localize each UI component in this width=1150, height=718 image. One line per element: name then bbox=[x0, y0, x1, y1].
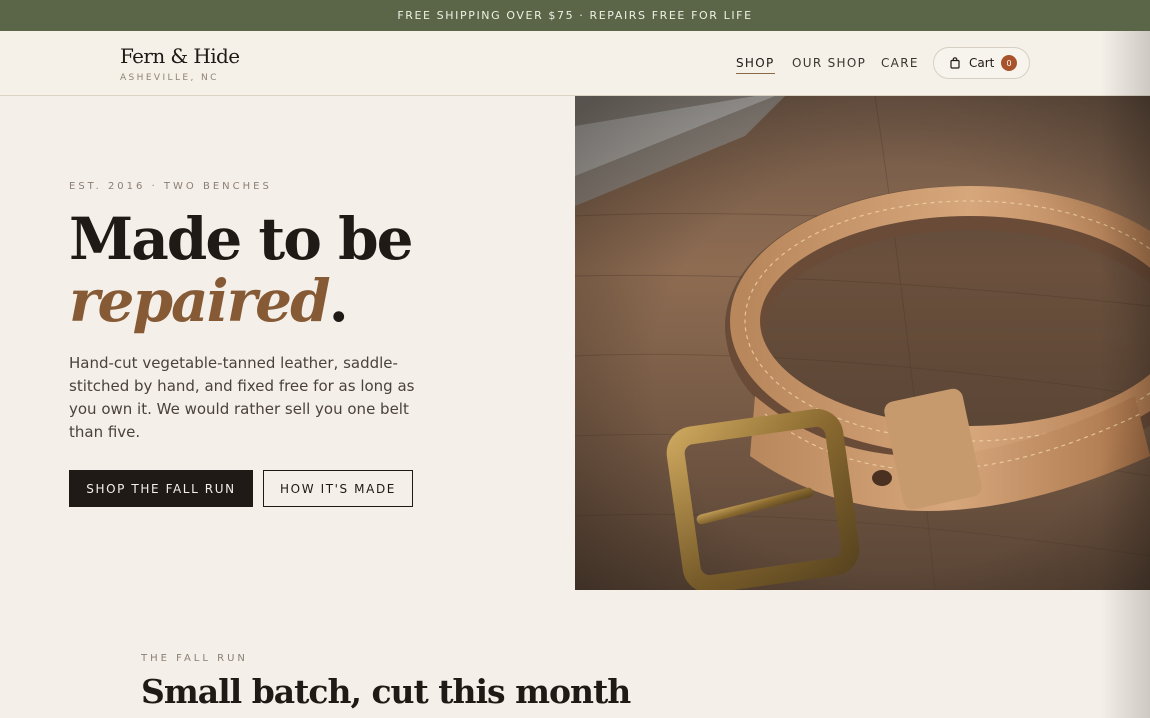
nav-item-care[interactable]: CARE bbox=[881, 56, 919, 70]
announcement-text: FREE SHIPPING OVER $75 · REPAIRS FREE FO… bbox=[397, 9, 753, 22]
headline-period: . bbox=[328, 267, 349, 335]
headline-emphasis: repaired bbox=[69, 267, 331, 335]
section-title: Small batch, cut this month bbox=[141, 672, 631, 711]
section-eyebrow: THE FALL RUN bbox=[141, 653, 248, 664]
leather-belt-illustration bbox=[575, 96, 1150, 590]
brand-location: ASHEVILLE, NC bbox=[120, 73, 219, 83]
headline-line-1: Made to be bbox=[69, 205, 414, 273]
shop-fall-run-button[interactable]: SHOP THE FALL RUN bbox=[69, 470, 253, 507]
hero-eyebrow: EST. 2016 · TWO BENCHES bbox=[69, 181, 272, 192]
cart-count-badge: 0 bbox=[1001, 55, 1017, 71]
cart-button[interactable]: Cart 0 bbox=[933, 47, 1030, 79]
site-header: Fern & Hide ASHEVILLE, NC SHOP OUR SHOP … bbox=[0, 31, 1150, 96]
brand-logo[interactable]: Fern & Hide ASHEVILLE, NC bbox=[120, 44, 240, 83]
nav-item-shop[interactable]: SHOP bbox=[736, 56, 775, 74]
hero-image bbox=[575, 96, 1150, 590]
announcement-bar: FREE SHIPPING OVER $75 · REPAIRS FREE FO… bbox=[0, 0, 1150, 31]
hero-headline: Made to be repaired. bbox=[69, 205, 414, 335]
brand-name: Fern & Hide bbox=[120, 44, 240, 68]
hero-description: Hand-cut vegetable-tanned leather, saddl… bbox=[69, 354, 415, 441]
how-its-made-button[interactable]: HOW IT'S MADE bbox=[263, 470, 413, 507]
nav-item-our-shop[interactable]: OUR SHOP bbox=[792, 56, 866, 70]
shopping-bag-icon bbox=[950, 57, 960, 69]
cart-label: Cart bbox=[969, 56, 995, 70]
